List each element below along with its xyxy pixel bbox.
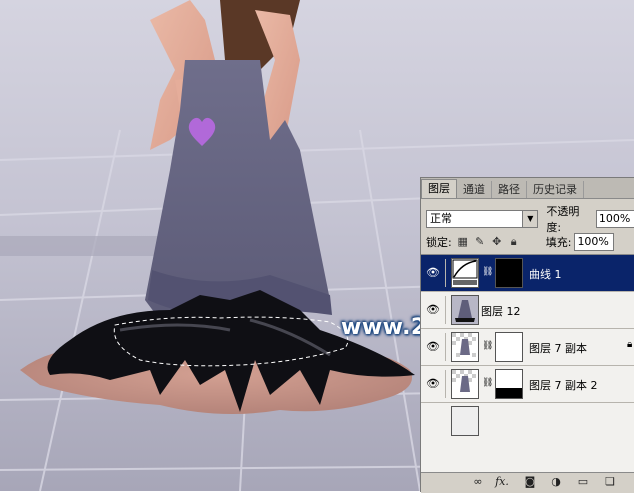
tab-channels[interactable]: 通道 — [457, 181, 492, 198]
lock-all-icon[interactable]: 🔒︎ — [508, 236, 520, 248]
group-icon[interactable]: ▭ — [576, 475, 590, 489]
layer-mask-thumbnail[interactable] — [495, 369, 523, 399]
opacity-input[interactable]: 100% — [595, 210, 634, 228]
tab-paths[interactable]: 路径 — [492, 181, 527, 198]
layer-name: 曲线 1 — [529, 268, 562, 281]
lock-pixels-icon[interactable]: ✎ — [474, 236, 486, 248]
layer-row-partial[interactable] — [421, 403, 634, 473]
adjustment-icon[interactable]: ◑ — [549, 475, 563, 489]
divider — [445, 370, 446, 398]
layer-thumbnail — [451, 332, 479, 362]
fx-icon[interactable]: fx. — [495, 475, 509, 489]
blend-row: 正常 ▼ 不透明度: 100% — [426, 203, 634, 235]
eye-icon[interactable]: 👁︎ — [425, 266, 441, 280]
layer-row-copy-2[interactable]: 👁︎ ⛓︎ 图层 7 副本 2 — [421, 366, 634, 403]
layer-mask-thumbnail[interactable] — [495, 258, 523, 288]
photo-thumbnail-art — [452, 296, 478, 324]
lock-transparency-icon[interactable]: ▦ — [457, 236, 469, 248]
curves-icon — [452, 259, 478, 285]
divider — [445, 259, 446, 287]
link-icon[interactable]: ⛓︎ — [482, 378, 493, 388]
opacity-label: 不透明度: — [546, 205, 580, 234]
lock-position-icon[interactable]: ✥ — [491, 236, 503, 248]
new-layer-icon[interactable]: ❏ — [603, 475, 617, 489]
curves-adjustment-thumbnail — [451, 258, 479, 288]
fill-input[interactable]: 100% — [574, 233, 615, 251]
layer-thumbnail — [451, 369, 479, 399]
layer-row-curves[interactable]: 👁︎ ⛓︎ 曲线 1 — [421, 255, 634, 292]
lock-icon: 🔒︎ — [627, 339, 633, 350]
layer-row-image[interactable]: 👁︎ 图层 12 — [421, 292, 634, 329]
divider — [445, 333, 446, 361]
fill-label: 填充: — [545, 236, 572, 249]
link-icon[interactable]: ⛓︎ — [482, 267, 493, 277]
tab-history[interactable]: 历史记录 — [527, 181, 584, 198]
transparent-thumbnail-art — [452, 370, 478, 398]
eye-icon[interactable]: 👁︎ — [425, 340, 441, 354]
lock-row: 锁定: ▦ ✎ ✥ 🔒︎ 填充: 100% — [426, 233, 634, 251]
layer-name: 图层 7 副本 2 — [529, 379, 598, 392]
divider — [445, 296, 446, 324]
eye-icon[interactable]: 👁︎ — [425, 377, 441, 391]
layer-list: 👁︎ ⛓︎ 曲线 1 👁︎ 图层 12 👁︎ ⛓︎ 图层 7 副本 🔒︎ 👁︎ … — [421, 254, 634, 473]
blend-mode-select[interactable]: 正常 ▼ — [426, 210, 539, 228]
layer-name: 图层 12 — [481, 305, 521, 318]
mask-icon[interactable]: ◙ — [523, 475, 537, 489]
layer-mask-thumbnail[interactable] — [495, 332, 523, 362]
layer-thumbnail — [451, 406, 479, 436]
lock-label: 锁定: — [426, 236, 452, 249]
eye-icon[interactable]: 👁︎ — [425, 303, 441, 317]
chevron-down-icon[interactable]: ▼ — [522, 211, 538, 227]
link-icon[interactable]: ∞ — [471, 475, 485, 489]
panel-tabs: 图层 通道 路径 历史记录 — [421, 178, 634, 199]
blend-mode-value: 正常 — [430, 212, 452, 225]
tab-layers[interactable]: 图层 — [421, 179, 457, 198]
transparent-thumbnail-art — [452, 333, 478, 361]
link-icon[interactable]: ⛓︎ — [482, 341, 493, 351]
layer-thumbnail — [451, 295, 479, 325]
layer-name: 图层 7 副本 — [529, 342, 587, 355]
layer-row-copy[interactable]: 👁︎ ⛓︎ 图层 7 副本 🔒︎ — [421, 329, 634, 366]
panel-footer: ∞ fx. ◙ ◑ ▭ ❏ — [421, 472, 634, 493]
layers-panel: 图层 通道 路径 历史记录 正常 ▼ 不透明度: 100% 锁定: ▦ ✎ ✥ … — [420, 177, 634, 493]
